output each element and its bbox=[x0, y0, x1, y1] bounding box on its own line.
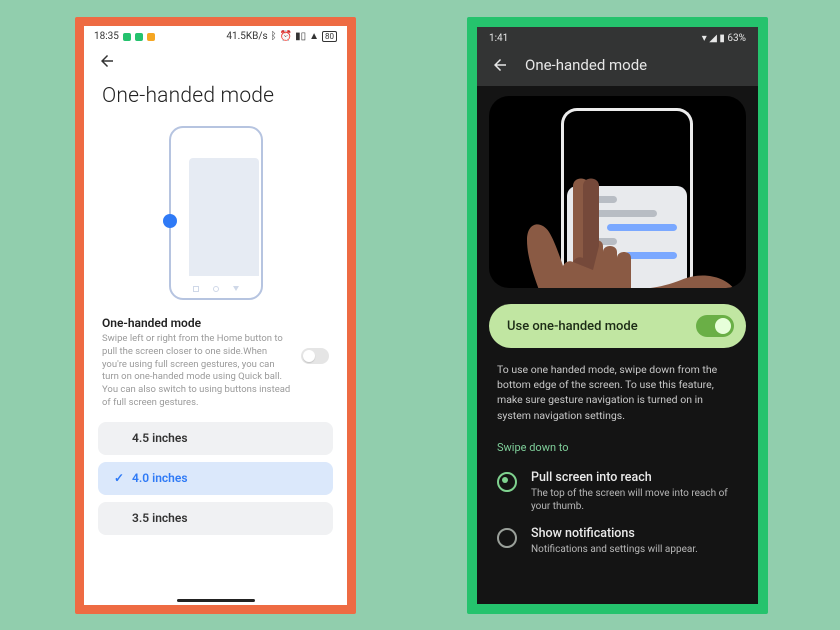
drag-handle-icon bbox=[163, 214, 177, 228]
hero-illustration bbox=[489, 96, 746, 288]
gesture-bar bbox=[177, 599, 255, 602]
wifi-icon: ▾ bbox=[702, 33, 707, 44]
one-handed-mode-row: One-handed mode Swipe left or right from… bbox=[84, 300, 347, 412]
left-phone-screen: 18:35 41.5KB/s ᛒ ⏰ ▮▯ ▲ 80 One-handed mo… bbox=[84, 26, 347, 605]
status-time: 18:35 bbox=[94, 31, 119, 42]
signal-icon: ◢ bbox=[709, 33, 717, 44]
battery-percent: 63% bbox=[727, 33, 746, 44]
size-options: 4.5 inches ✓ 4.0 inches 3.5 inches bbox=[84, 412, 347, 535]
hand-icon bbox=[527, 168, 737, 288]
signal-icon: ▮▯ bbox=[295, 31, 306, 42]
toggle-label: Use one-handed mode bbox=[507, 319, 638, 334]
app-bar: One-handed mode bbox=[477, 46, 758, 86]
right-phone-frame: 1:41 ▾ ◢ ▮ 63% One-handed mode bbox=[467, 17, 768, 614]
back-button[interactable] bbox=[84, 44, 347, 74]
option-label: 3.5 inches bbox=[132, 511, 188, 525]
option-label: 4.0 inches bbox=[132, 471, 188, 485]
alarm-icon: ⏰ bbox=[280, 31, 292, 42]
arrow-left-icon bbox=[491, 56, 509, 74]
help-text: To use one handed mode, swipe down from … bbox=[477, 348, 758, 423]
check-icon: ✓ bbox=[112, 471, 126, 485]
setting-title: One-handed mode bbox=[102, 316, 293, 330]
option-label: 4.5 inches bbox=[132, 431, 188, 445]
one-handed-toggle[interactable] bbox=[301, 348, 329, 364]
status-bar: 1:41 ▾ ◢ ▮ 63% bbox=[477, 27, 758, 46]
status-time: 1:41 bbox=[489, 33, 508, 44]
size-option-35[interactable]: 3.5 inches bbox=[98, 502, 333, 535]
radio-show-notifications[interactable]: Show notifications Notifications and set… bbox=[477, 516, 758, 559]
radio-pull-screen[interactable]: Pull screen into reach The top of the sc… bbox=[477, 460, 758, 516]
radio-title: Show notifications bbox=[531, 526, 698, 541]
status-app-indicator-icon bbox=[147, 33, 155, 41]
status-app-indicator-icon bbox=[135, 33, 143, 41]
status-app-indicator-icon bbox=[123, 33, 131, 41]
radio-button-icon bbox=[497, 472, 517, 492]
arrow-left-icon bbox=[98, 52, 116, 70]
status-bar: 18:35 41.5KB/s ᛒ ⏰ ▮▯ ▲ 80 bbox=[84, 26, 347, 44]
size-option-40[interactable]: ✓ 4.0 inches bbox=[98, 462, 333, 495]
battery-icon: ▮ bbox=[719, 33, 725, 44]
radio-title: Pull screen into reach bbox=[531, 470, 738, 485]
status-network-speed: 41.5KB/s bbox=[226, 31, 267, 42]
radio-description: The top of the screen will move into rea… bbox=[531, 487, 738, 514]
page-title: One-handed mode bbox=[525, 56, 647, 74]
use-one-handed-toggle-row[interactable]: Use one-handed mode bbox=[489, 304, 746, 348]
section-header: Swipe down to bbox=[477, 423, 758, 460]
radio-description: Notifications and settings will appear. bbox=[531, 543, 698, 557]
wifi-icon: ▲ bbox=[309, 31, 319, 42]
right-phone-screen: 1:41 ▾ ◢ ▮ 63% One-handed mode bbox=[477, 27, 758, 604]
left-phone-frame: 18:35 41.5KB/s ᛒ ⏰ ▮▯ ▲ 80 One-handed mo… bbox=[75, 17, 356, 614]
radio-button-icon bbox=[497, 528, 517, 548]
bluetooth-icon: ᛒ bbox=[271, 31, 277, 42]
page-title: One-handed mode bbox=[84, 74, 347, 122]
back-button[interactable] bbox=[491, 56, 509, 74]
size-option-45[interactable]: 4.5 inches bbox=[98, 422, 333, 455]
setting-description: Swipe left or right from the Home button… bbox=[102, 333, 293, 410]
battery-icon: 80 bbox=[322, 31, 337, 42]
toggle-switch[interactable] bbox=[696, 315, 734, 337]
one-handed-illustration bbox=[84, 126, 347, 300]
